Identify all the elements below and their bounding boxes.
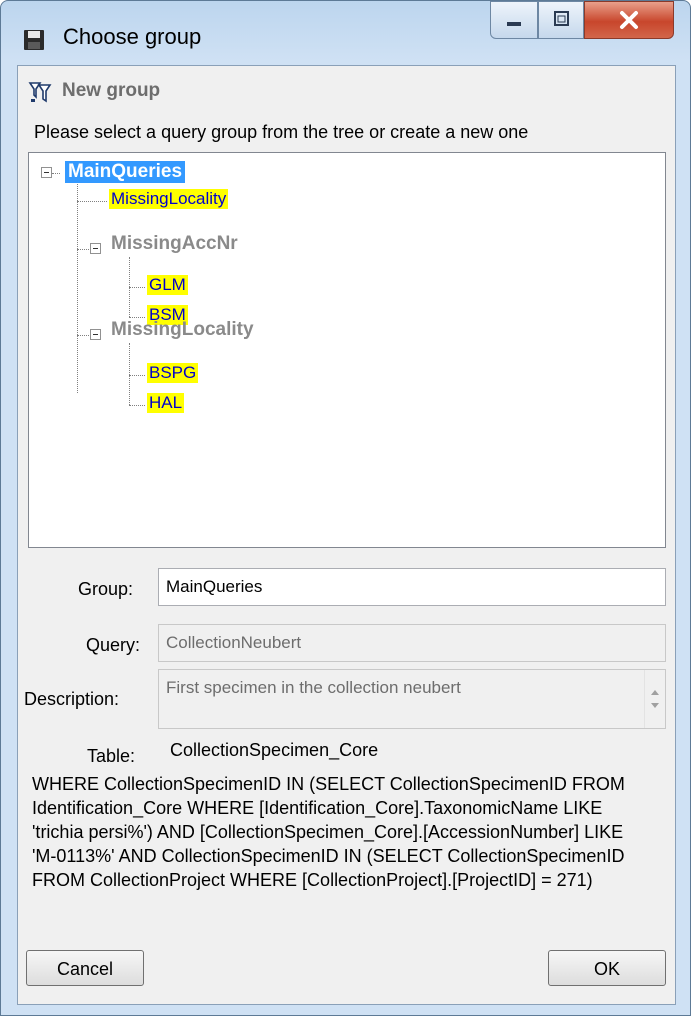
ok-button[interactable]: OK xyxy=(548,950,666,986)
new-group-label: New group xyxy=(62,80,161,101)
tree-connector xyxy=(129,375,145,376)
close-icon xyxy=(620,11,638,29)
tree-connector xyxy=(77,249,89,250)
scroll-up-icon[interactable] xyxy=(651,690,659,695)
table-value: CollectionSpecimen_Core xyxy=(170,740,379,760)
minimize-icon xyxy=(507,22,521,26)
tree-node-root[interactable]: MainQueries xyxy=(65,161,186,183)
minimize-button[interactable] xyxy=(490,1,538,39)
query-group-tree[interactable]: MainQueries MissingLocality MissingAccNr… xyxy=(28,152,666,548)
scroll-down-icon[interactable] xyxy=(651,703,659,708)
tree-connector xyxy=(129,317,145,318)
collapse-toggle[interactable] xyxy=(41,167,52,178)
instruction-text: Please select a query group from the tre… xyxy=(34,122,529,142)
maximize-button[interactable] xyxy=(538,1,584,39)
floppy-disk-icon xyxy=(24,30,44,50)
dialog-body: New group Please select a query group fr… xyxy=(17,65,676,1005)
description-label: Description: xyxy=(24,689,120,709)
tree-node-query[interactable]: BSPG xyxy=(147,363,199,383)
tree-node-query[interactable]: GLM xyxy=(147,275,188,295)
sql-restriction-text: WHERE CollectionSpecimenID IN (SELECT Co… xyxy=(32,774,625,890)
tree-connector xyxy=(77,201,107,202)
tree-connector xyxy=(77,335,89,336)
query-field: CollectionNeubert xyxy=(158,624,666,662)
tree-connector xyxy=(52,173,60,174)
table-label: Table: xyxy=(87,746,136,766)
query-group-icon xyxy=(28,82,52,103)
window-title: Choose group xyxy=(63,24,202,49)
tree-node-group[interactable]: MissingAccNr xyxy=(111,233,238,255)
description-text: First specimen in the collection neubert xyxy=(166,678,461,697)
query-label: Query: xyxy=(86,635,141,655)
cancel-button[interactable]: Cancel xyxy=(26,950,144,986)
tree-connector xyxy=(129,343,130,405)
tree-node-group[interactable]: MissingLocality xyxy=(111,319,254,341)
choose-group-window: Choose group New group Please select a q… xyxy=(0,0,691,1016)
tree-connector xyxy=(77,177,78,393)
maximize-icon xyxy=(554,11,569,26)
tree-node-query[interactable]: HAL xyxy=(147,393,185,413)
tree-node-query[interactable]: MissingLocality xyxy=(109,189,229,209)
group-label: Group: xyxy=(78,579,134,599)
description-scrollbar[interactable] xyxy=(644,670,665,728)
tree-connector xyxy=(129,287,145,288)
close-button[interactable] xyxy=(584,1,674,39)
tree-connector xyxy=(129,405,145,406)
description-field: First specimen in the collection neubert xyxy=(158,669,666,729)
collapse-toggle[interactable] xyxy=(90,329,101,340)
collapse-toggle[interactable] xyxy=(90,243,101,254)
title-bar[interactable]: Choose group xyxy=(1,1,690,65)
group-input[interactable] xyxy=(158,568,666,606)
